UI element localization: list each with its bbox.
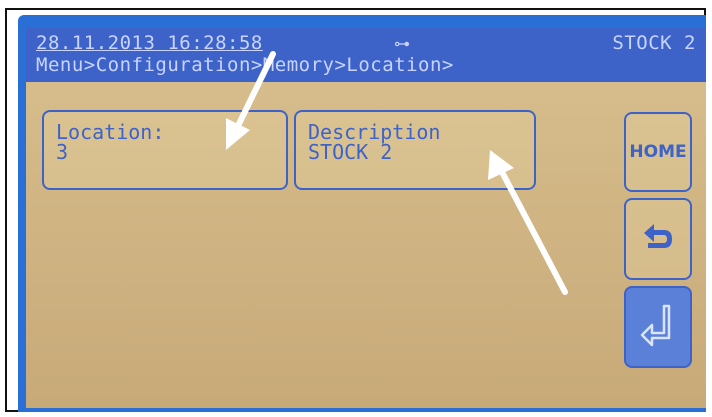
arrow-to-description [488,150,568,295]
annotation-arrows [226,51,568,295]
arrow-to-location [226,51,276,150]
